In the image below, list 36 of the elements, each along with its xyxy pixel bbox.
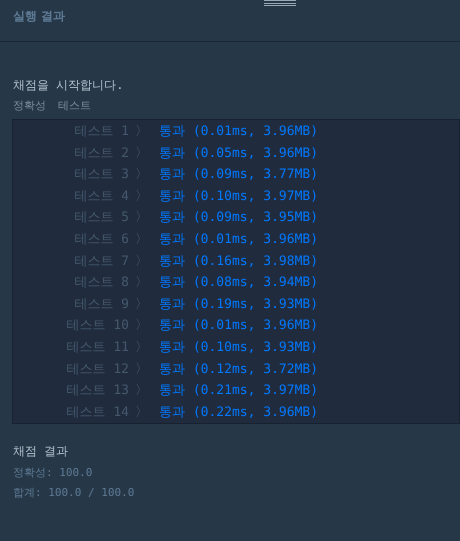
separator-icon: 〉 <box>135 208 149 228</box>
separator-icon: 〉 <box>135 316 149 336</box>
separator-icon: 〉 <box>135 252 149 272</box>
drag-handle-icon[interactable] <box>264 0 296 6</box>
section-label: 테스트 <box>58 98 91 114</box>
start-message: 채점을 시작합니다. <box>13 77 124 94</box>
test-result: 통과 (0.01ms, 3.96MB) <box>159 317 318 336</box>
summary-line: 합계: 100.0 / 100.0 <box>13 485 136 501</box>
test-result: 통과 (0.09ms, 3.77MB) <box>159 166 318 184</box>
separator-icon: 〉 <box>135 144 149 164</box>
test-result: 통과 (0.12ms, 3.72MB) <box>159 360 318 379</box>
section-label: 정확성 <box>13 98 46 114</box>
separator-icon: 〉 <box>135 165 149 185</box>
separator-icon: 〉 <box>135 338 149 358</box>
test-result: 통과 (0.22ms, 3.96MB) <box>159 404 318 422</box>
separator-icon: 〉 <box>135 294 149 314</box>
test-result: 통과 (0.05ms, 3.96MB) <box>159 144 318 163</box>
test-result: 통과 (0.10ms, 3.93MB) <box>159 338 318 357</box>
test-result: 통과 (0.01ms, 3.96MB) <box>159 123 318 142</box>
separator-icon: 〉 <box>135 230 149 250</box>
test-result: 통과 (0.19ms, 3.93MB) <box>159 296 318 314</box>
separator-icon: 〉 <box>135 273 149 293</box>
test-result: 통과 (0.10ms, 3.97MB) <box>159 188 318 206</box>
summary-line: 정확성: 100.0 <box>13 465 94 481</box>
separator-icon: 〉 <box>135 360 149 380</box>
test-result: 통과 (0.16ms, 3.98MB) <box>159 252 318 271</box>
separator-icon: 〉 <box>135 186 149 206</box>
test-result: 통과 (0.09ms, 3.95MB) <box>159 209 318 228</box>
separator-icon: 〉 <box>135 122 149 142</box>
test-result: 통과 (0.08ms, 3.94MB) <box>159 274 318 292</box>
panel-title: 실행 결과 <box>13 8 66 25</box>
summary-title: 채점 결과 <box>13 443 70 460</box>
separator-icon: 〉 <box>135 402 149 422</box>
separator-icon: 〉 <box>135 381 149 401</box>
test-result: 통과 (0.01ms, 3.96MB) <box>159 231 318 250</box>
test-result: 통과 (0.21ms, 3.97MB) <box>159 382 318 400</box>
